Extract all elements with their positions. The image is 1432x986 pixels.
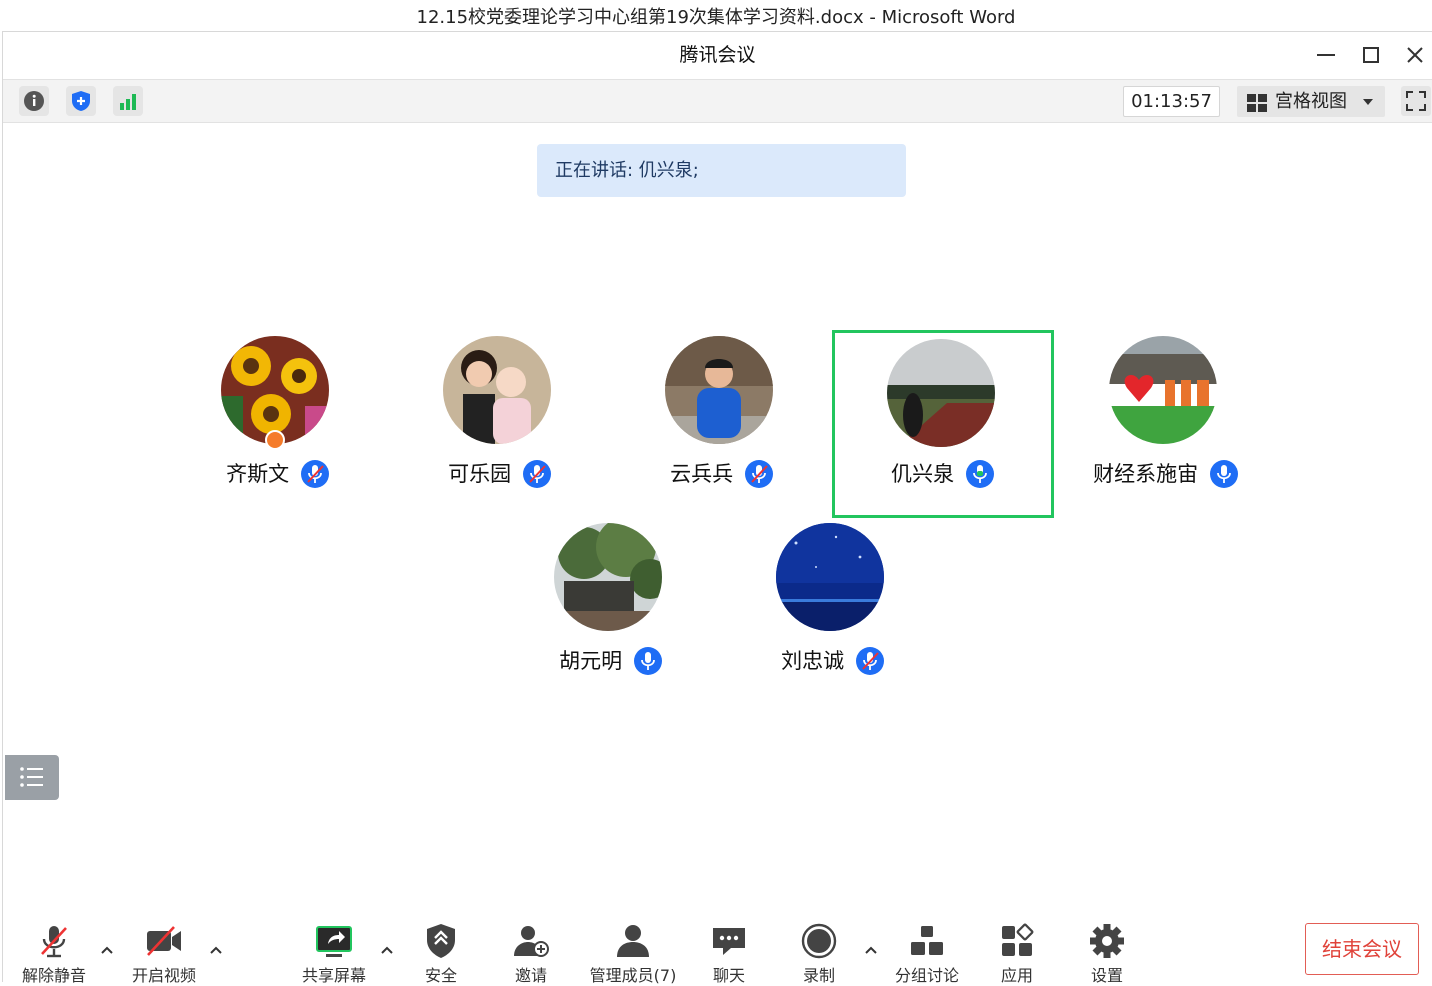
mic-muted-icon[interactable] — [522, 459, 552, 489]
participant-name: 仉兴泉 — [891, 462, 955, 486]
mic-on-icon[interactable] — [1209, 459, 1239, 489]
chat-icon — [713, 928, 745, 955]
participant-name: 胡元明 — [559, 649, 623, 673]
avatar — [221, 336, 329, 444]
shield-icon — [427, 924, 455, 958]
participant-name: 刘忠诚 — [781, 649, 845, 673]
camera-off-icon — [147, 926, 181, 956]
share-screen-button[interactable]: 共享屏幕 — [299, 922, 369, 986]
security-shield-button[interactable] — [66, 86, 96, 116]
unmute-label: 解除静音 — [21, 966, 86, 985]
fullscreen-button[interactable] — [1401, 86, 1431, 116]
app-titlebar: 腾讯会议 — [3, 32, 1432, 78]
participant-tile-active-speaker[interactable]: 仉兴泉 — [832, 330, 1054, 518]
avatar — [1109, 336, 1217, 444]
chevron-up-icon[interactable] — [379, 942, 395, 958]
mic-on-icon[interactable] — [965, 459, 995, 489]
avatar — [665, 336, 773, 444]
gear-icon — [1090, 924, 1124, 958]
participant-tile[interactable]: 胡元明 — [500, 517, 722, 705]
chevron-up-icon[interactable] — [208, 942, 224, 958]
member-list-toggle[interactable] — [5, 755, 59, 800]
meeting-timer: 01:13:57 — [1123, 86, 1220, 117]
participant-tile[interactable]: 财经系施宙 — [1055, 330, 1277, 518]
fullscreen-icon — [1406, 91, 1426, 111]
participant-tile[interactable]: 刘忠诚 — [722, 517, 944, 705]
participant-name: 财经系施宙 — [1093, 462, 1199, 486]
app-title: 腾讯会议 — [679, 44, 756, 66]
word-window-title: 12.15校党委理论学习中心组第19次集体学习资料.docx - Microso… — [0, 0, 1432, 32]
record-label: 录制 — [802, 966, 835, 985]
participant-tile[interactable]: 齐斯文 — [167, 330, 389, 518]
participant-tile[interactable]: 可乐园 — [389, 330, 611, 518]
share-screen-label: 共享屏幕 — [301, 966, 366, 985]
chevron-down-icon — [1363, 99, 1373, 105]
security-label: 安全 — [424, 966, 457, 985]
mic-muted-icon — [41, 926, 67, 958]
participant-tile[interactable]: 云兵兵 — [611, 330, 833, 518]
info-icon — [24, 91, 44, 111]
participant-name: 云兵兵 — [670, 462, 734, 486]
participant-name: 可乐园 — [448, 462, 512, 486]
close-icon[interactable] — [1400, 40, 1430, 70]
end-meeting-button[interactable]: 结束会议 — [1305, 923, 1419, 975]
avatar — [443, 336, 551, 444]
unmute-button[interactable]: 解除静音 — [19, 922, 89, 986]
record-button[interactable]: 录制 — [791, 922, 847, 986]
chat-label: 聊天 — [712, 966, 745, 985]
signal-bars-icon — [120, 94, 136, 110]
top-toolbar: 01:13:57 宫格视图 — [3, 79, 1432, 123]
settings-button[interactable]: 设置 — [1079, 922, 1135, 986]
mic-muted-icon[interactable] — [744, 459, 774, 489]
host-icon — [265, 430, 285, 450]
security-button[interactable]: 安全 — [413, 922, 469, 986]
record-icon — [801, 923, 837, 959]
breakout-icon — [911, 926, 943, 955]
chat-button[interactable]: 聊天 — [701, 922, 757, 986]
grid-view-icon — [1247, 94, 1267, 112]
shield-icon — [72, 91, 90, 111]
avatar — [887, 339, 995, 447]
settings-label: 设置 — [1090, 966, 1123, 985]
apps-icon — [1002, 923, 1034, 956]
manage-members-label: 管理成员(7) — [589, 966, 677, 985]
list-icon — [20, 767, 43, 787]
avatar — [554, 523, 662, 631]
maximize-icon[interactable] — [1356, 40, 1386, 70]
invite-label: 邀请 — [514, 966, 547, 985]
share-screen-icon — [316, 926, 352, 957]
invite-button[interactable]: 邀请 — [503, 922, 559, 986]
breakout-label: 分组讨论 — [894, 966, 959, 985]
participant-name: 齐斯文 — [226, 462, 290, 486]
bottom-control-bar: 解除静音 开启视频 共享屏幕 安全 邀请 管理成员(7) 聊天 录制 分组讨论 … — [3, 912, 1432, 986]
add-user-icon — [514, 926, 549, 957]
meeting-info-button[interactable] — [19, 86, 49, 116]
start-video-button[interactable]: 开启视频 — [129, 922, 199, 986]
network-status-button[interactable] — [113, 86, 143, 116]
meeting-window: 腾讯会议 01:13:57 宫格视图 正在讲话: 仉兴泉; 齐斯文 可乐园 云兵… — [2, 31, 1432, 986]
minimize-icon[interactable] — [1311, 40, 1341, 70]
start-video-label: 开启视频 — [131, 966, 196, 985]
mic-muted-icon[interactable] — [855, 646, 885, 676]
apps-label: 应用 — [1000, 966, 1033, 985]
manage-members-button[interactable]: 管理成员(7) — [585, 922, 681, 986]
mic-muted-icon[interactable] — [300, 459, 330, 489]
view-mode-label: 宫格视图 — [1275, 91, 1347, 112]
speaking-banner: 正在讲话: 仉兴泉; — [537, 144, 906, 197]
view-mode-dropdown[interactable]: 宫格视图 — [1237, 86, 1385, 117]
chevron-up-icon[interactable] — [863, 942, 879, 958]
apps-button[interactable]: 应用 — [989, 922, 1045, 986]
mic-on-icon[interactable] — [633, 646, 663, 676]
chevron-up-icon[interactable] — [99, 942, 115, 958]
breakout-rooms-button[interactable]: 分组讨论 — [889, 922, 965, 986]
members-icon — [617, 925, 649, 957]
avatar — [776, 523, 884, 631]
